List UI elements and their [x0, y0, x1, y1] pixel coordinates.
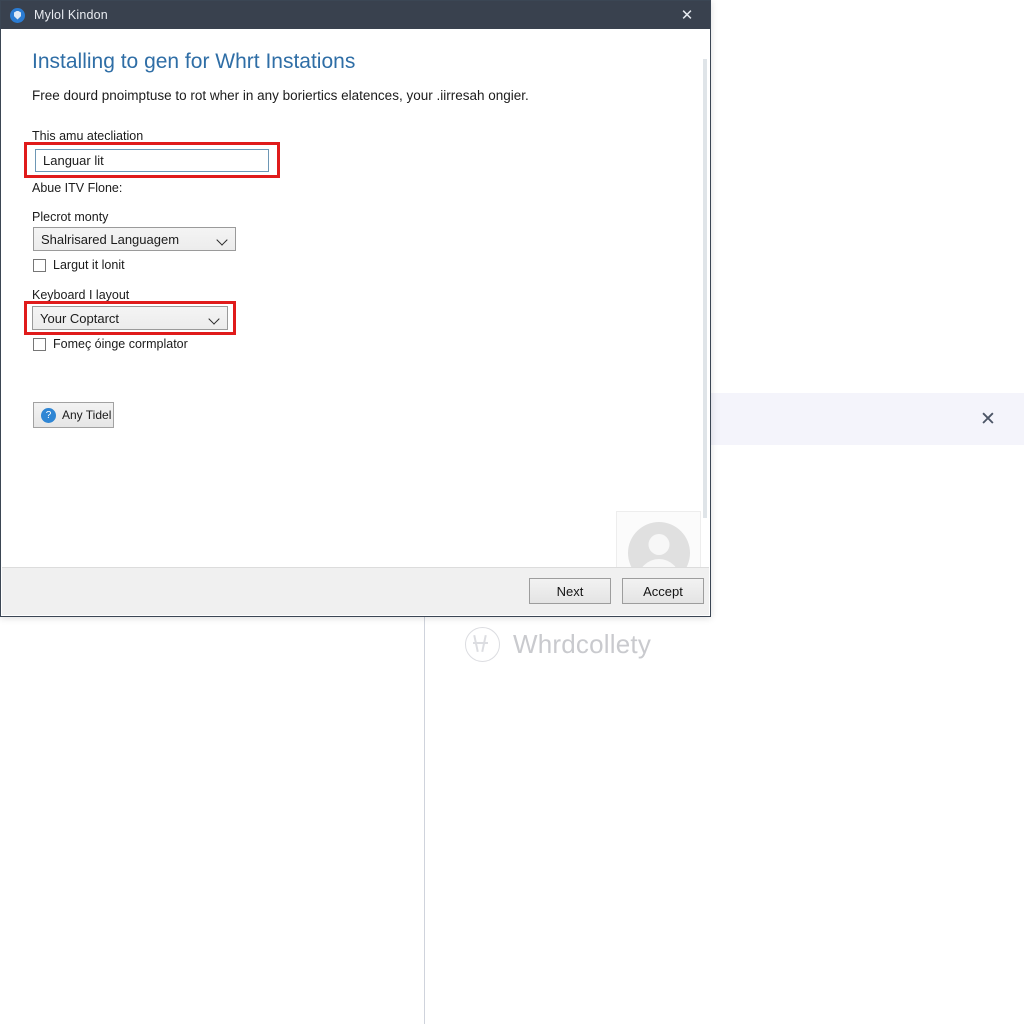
shield-icon — [10, 7, 25, 23]
checkbox-row-1[interactable]: Largut it lonit — [33, 258, 125, 272]
dialog-body: Installing to gen for Whrt Instations Fr… — [2, 29, 709, 568]
chevron-down-icon — [217, 234, 228, 245]
note-label: Abue ITV Flone: — [32, 181, 123, 195]
screen-root: ✕ Whrdcollety Set posisfelly anoonsend Y… — [0, 0, 1024, 1024]
dialog-footer: Next Accept — [2, 567, 709, 615]
language-dropdown-value: Shalrisared Languagem — [41, 231, 180, 247]
page-subtitle: Free dourd pnoimptuse to rot wher in any… — [32, 88, 529, 103]
combo1-label: Plecrot monty — [32, 210, 109, 224]
page-title: Installing to gen for Whrt Instations — [32, 50, 356, 73]
dialog-scrollbar[interactable] — [703, 59, 707, 518]
user-avatar-icon — [627, 521, 690, 568]
text-input[interactable]: Languar lit — [35, 149, 269, 172]
checkbox-1-label: Largut it lonit — [53, 258, 125, 272]
avatar — [616, 511, 701, 568]
scrollbar-thumb[interactable] — [703, 59, 707, 518]
help-button[interactable]: ? Any Tidel — [33, 402, 114, 428]
next-button[interactable]: Next — [529, 578, 611, 604]
checkbox-2[interactable] — [33, 337, 46, 351]
brand-logo-bar — [473, 642, 488, 644]
chevron-down-icon — [209, 313, 220, 324]
dialog-title: Mylol Kindon — [34, 8, 108, 22]
close-icon[interactable]: ✕ — [968, 399, 1008, 439]
accept-button[interactable]: Accept — [622, 578, 704, 604]
question-circle-icon: ? — [41, 407, 56, 423]
brand-name: Whrdcollety — [513, 629, 652, 659]
text-field-label: This amu atecliation — [32, 129, 144, 143]
avatar-head — [648, 533, 669, 555]
help-button-label: Any Tidel — [62, 408, 112, 422]
checkbox-2-label: Fomeç óinge cormplator — [53, 337, 188, 351]
checkbox-row-2[interactable]: Fomeç óinge cormplator — [33, 337, 188, 351]
checkbox-1[interactable] — [33, 258, 46, 272]
language-dropdown[interactable]: Shalrisared Languagem — [33, 227, 236, 251]
background-brand: Whrdcollety — [465, 627, 651, 662]
keyboard-layout-value: Your Coptarct — [40, 310, 120, 326]
brand-logo-icon — [465, 627, 500, 662]
installer-dialog: Mylol Kindon ✕ Installing to gen for Whr… — [0, 0, 711, 617]
dialog-titlebar[interactable]: Mylol Kindon ✕ — [1, 1, 710, 29]
close-icon[interactable]: ✕ — [664, 1, 710, 29]
keyboard-layout-dropdown[interactable]: Your Coptarct — [32, 306, 228, 330]
combo2-label: Keyboard I layout — [32, 288, 130, 302]
